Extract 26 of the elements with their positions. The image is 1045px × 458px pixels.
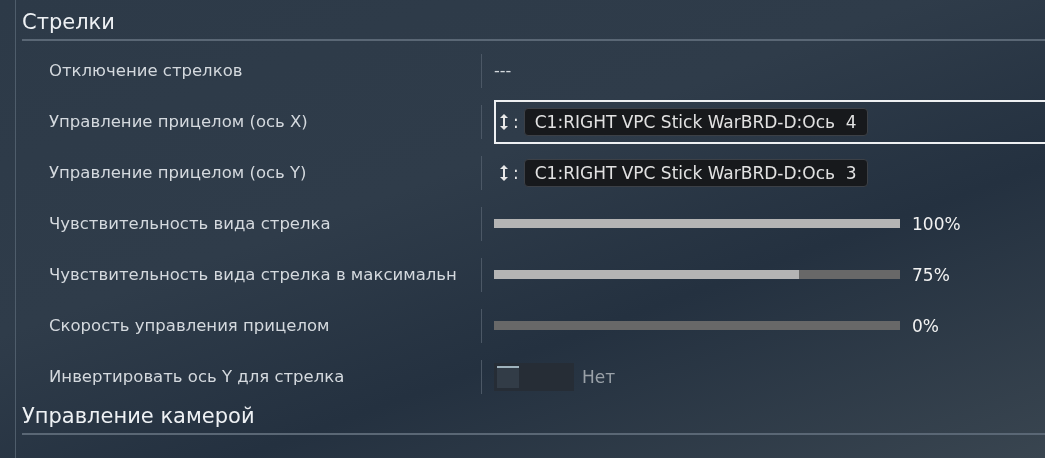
section-heading: Стрелки [22,8,1045,41]
axis-binding-row[interactable]: : C1:RIGHT VPC Stick WarBRD-D:Ось 3 [494,150,1045,195]
vertical-arrows-icon [499,163,509,182]
setting-label: Скорость управления прицелом [22,308,482,343]
colon-text: : [513,111,519,132]
setting-label: Управление прицелом (ось X) [22,104,482,139]
slider-reading: 100% [912,213,961,234]
setting-label: Отключение стрелков [22,53,482,88]
colon-text: : [513,162,519,183]
binding-chip[interactable]: C1:RIGHT VPC Stick WarBRD-D:Ось 3 [523,158,868,187]
axis-binding-row[interactable]: : C1:RIGHT VPC Stick WarBRD-D:Ось 4 [494,99,1045,144]
toggle-switch[interactable] [494,362,574,391]
slider-track[interactable] [494,270,900,279]
section-heading: Управление камерой [22,402,1045,435]
setting-label: Чувствительность вида стрелка в максимальн [22,257,482,292]
slider-track[interactable] [494,219,900,228]
setting-value: --- [494,61,512,80]
setting-label: Управление прицелом (ось Y) [22,155,482,190]
binding-chip[interactable]: C1:RIGHT VPC Stick WarBRD-D:Ось 4 [523,107,868,136]
slider-track[interactable] [494,321,900,330]
setting-label: Чувствительность вида стрелка [22,206,482,241]
vertical-arrows-icon [499,112,509,131]
slider-reading: 75% [912,264,950,285]
toggle-value: Нет [582,366,616,387]
slider-reading: 0% [912,315,939,336]
setting-label: Инвертировать ось Y для стрелка [22,359,482,394]
